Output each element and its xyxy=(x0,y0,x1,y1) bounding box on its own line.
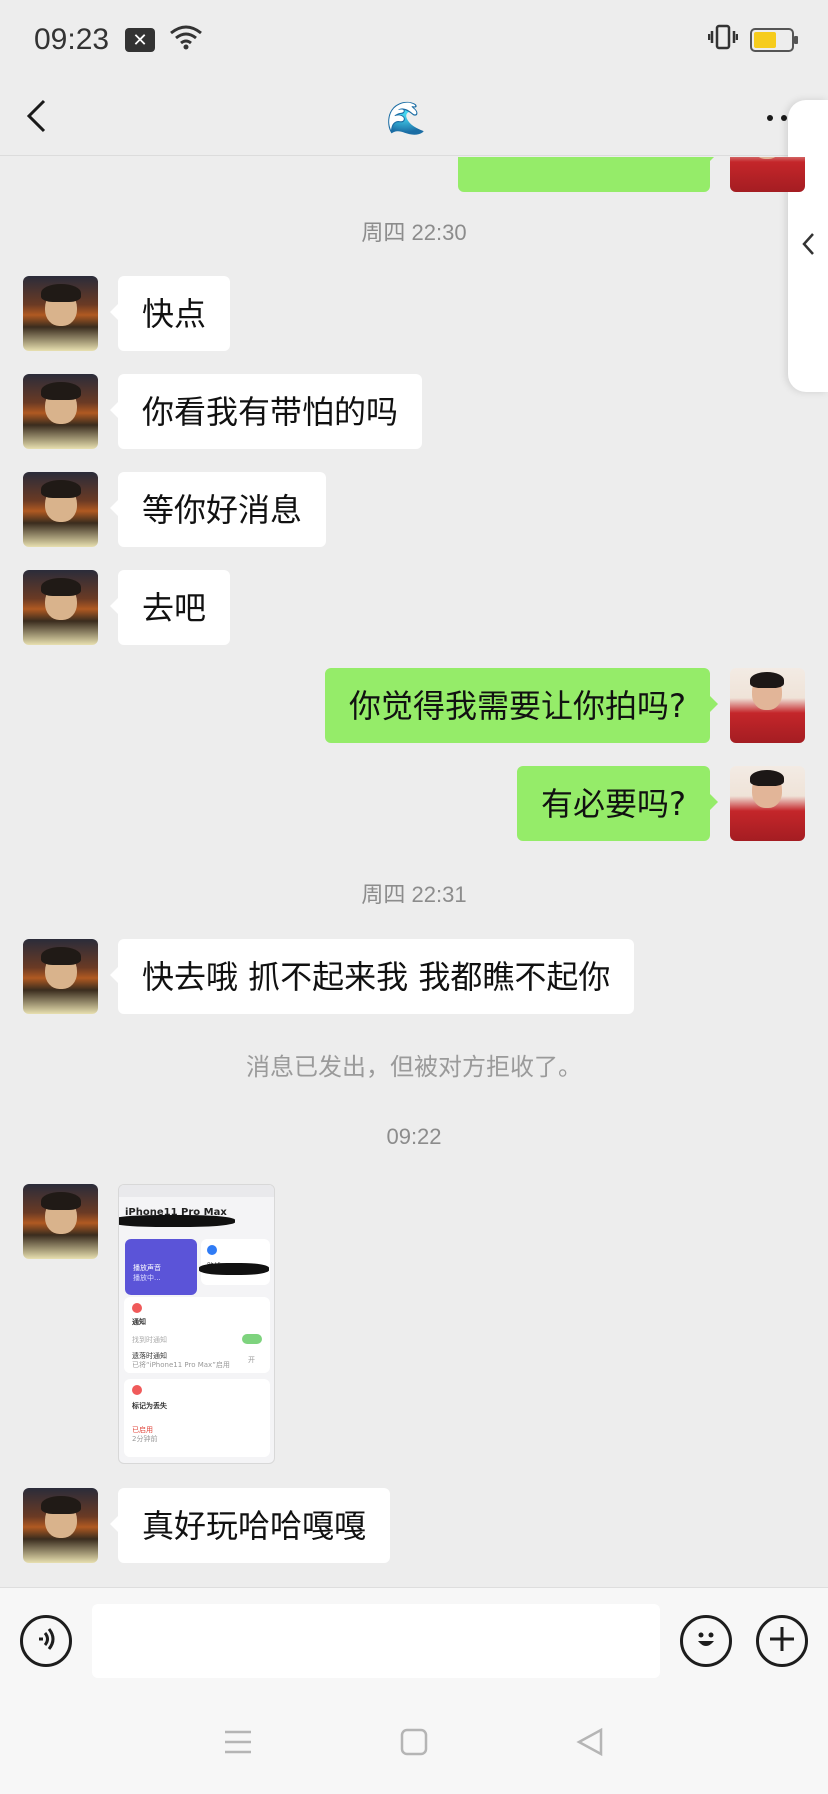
peer-avatar[interactable] xyxy=(23,472,98,547)
rejected-notice: 消息已发出，但被对方拒收了。 xyxy=(246,1053,582,1081)
chat-area[interactable]: 周四 22:30 快点 你看我有带怕的吗 等你好消息 去吧 你觉得我需要让你拍吗… xyxy=(0,157,828,1587)
image-lost-sub: 2分钟前 xyxy=(132,1435,158,1443)
peer-avatar[interactable] xyxy=(23,1184,98,1259)
image-status-strip xyxy=(119,1185,274,1197)
redaction-scribble xyxy=(199,1263,269,1275)
plus-icon xyxy=(767,1624,797,1658)
message-bubble[interactable]: 快去哦 抓不起来我 我都瞧不起你 xyxy=(109,939,635,1014)
image-tile-route: 路线 xyxy=(201,1239,270,1285)
input-bar xyxy=(0,1587,828,1694)
message-bubble[interactable]: 你看我有带怕的吗 xyxy=(109,374,423,449)
message-bubble[interactable]: 等你好消息 xyxy=(109,472,327,547)
peer-avatar[interactable] xyxy=(23,570,98,645)
image-card-lost: 标记为丢失 已启用 2分钟前 xyxy=(124,1379,270,1457)
image-tile-sound-sub: 播放中... xyxy=(133,1274,161,1282)
timestamp: 周四 22:30 xyxy=(361,220,467,245)
self-avatar[interactable] xyxy=(730,668,805,743)
menu-icon[interactable] xyxy=(223,1729,253,1759)
image-leave-value: 开 xyxy=(248,1356,255,1364)
emoji-button[interactable] xyxy=(680,1615,732,1667)
timestamp: 09:22 xyxy=(386,1124,442,1149)
message-row: 等你好消息 xyxy=(23,472,327,547)
peer-avatar[interactable] xyxy=(23,374,98,449)
system-nav-bar xyxy=(0,1694,828,1794)
message-bubble[interactable]: 你觉得我需要让你拍吗? xyxy=(325,668,718,743)
message-row: 去吧 xyxy=(23,570,231,645)
message-row xyxy=(458,157,805,192)
peer-avatar[interactable] xyxy=(23,1488,98,1563)
message-bubble[interactable] xyxy=(458,157,718,192)
image-card-notify: 通知 找到时通知 遗落时通知 已将“iPhone11 Pro Max”启用 开 xyxy=(124,1297,270,1373)
message-bubble[interactable]: 有必要吗? xyxy=(517,766,718,841)
self-avatar[interactable] xyxy=(730,157,805,192)
image-notify-row: 找到时通知 xyxy=(132,1336,167,1344)
image-tile-sound-label: 播放声音 xyxy=(133,1264,161,1272)
message-bubble[interactable]: 去吧 xyxy=(109,570,231,645)
message-row: 真好玩哈哈嘎嘎 xyxy=(23,1488,391,1563)
chat-header: 🌊 xyxy=(0,80,828,156)
more-functions-button[interactable] xyxy=(756,1615,808,1667)
self-avatar[interactable] xyxy=(730,766,805,841)
image-tile-sound: 播放声音 播放中... xyxy=(125,1239,197,1295)
message-input[interactable] xyxy=(92,1604,660,1678)
status-bar: 09:23 ✕ xyxy=(0,0,828,80)
battery-icon xyxy=(750,28,798,52)
image-notify-label: 通知 xyxy=(132,1318,146,1326)
back-icon[interactable] xyxy=(24,98,48,138)
message-bubble[interactable]: 真好玩哈哈嘎嘎 xyxy=(109,1488,391,1563)
message-row: 你觉得我需要让你拍吗? xyxy=(325,668,805,743)
message-row: 有必要吗? xyxy=(517,766,805,841)
message-row: iPhone11 Pro Max 播放声音 播放中... 路线 通知 找到时通知… xyxy=(23,1184,275,1464)
peer-avatar[interactable] xyxy=(23,939,98,1014)
redaction-scribble xyxy=(119,1215,235,1227)
voice-button[interactable] xyxy=(20,1615,72,1667)
vibrate-icon xyxy=(707,24,739,57)
timestamp: 周四 22:31 xyxy=(361,882,467,907)
message-row: 快点 xyxy=(23,276,231,351)
chat-title: 🌊 xyxy=(386,98,426,137)
wifi-icon xyxy=(169,24,203,57)
peer-avatar[interactable] xyxy=(23,276,98,351)
home-icon[interactable] xyxy=(399,1727,429,1761)
back-triangle-icon[interactable] xyxy=(575,1727,605,1761)
voice-icon xyxy=(33,1626,59,1656)
message-row: 快去哦 抓不起来我 我都瞧不起你 xyxy=(23,939,635,1014)
emoji-icon xyxy=(691,1624,721,1658)
message-row: 你看我有带怕的吗 xyxy=(23,374,423,449)
image-leave-sub: 已将“iPhone11 Pro Max”启用 xyxy=(132,1361,230,1369)
notification-icon: ✕ xyxy=(125,28,156,52)
image-lost-label: 标记为丢失 xyxy=(132,1402,167,1410)
message-bubble[interactable]: 快点 xyxy=(109,276,231,351)
image-message[interactable]: iPhone11 Pro Max 播放声音 播放中... 路线 通知 找到时通知… xyxy=(118,1184,275,1464)
status-time: 09:23 xyxy=(34,23,110,56)
